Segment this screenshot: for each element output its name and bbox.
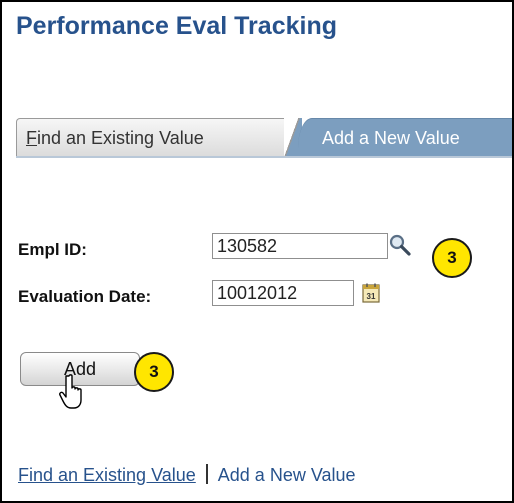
tab-find-existing-value[interactable]: Find an Existing Value [16, 118, 288, 156]
tab-underline [16, 156, 512, 158]
empl-id-label: Empl ID: [18, 240, 87, 259]
footer-add-new-value: Add a New Value [217, 465, 356, 485]
page-title: Performance Eval Tracking [16, 12, 337, 40]
hand-cursor-icon [59, 374, 82, 409]
tab-find-label: ind an Existing Value [37, 128, 204, 148]
evaluation-date-label: Evaluation Date: [18, 287, 152, 306]
svg-text:31: 31 [367, 292, 376, 301]
footer-find-existing-link[interactable]: Find an Existing Value [18, 465, 196, 485]
evaluation-date-input[interactable] [212, 280, 354, 306]
empl-id-input[interactable] [212, 233, 388, 259]
lookup-magnifier-icon[interactable] [388, 233, 412, 257]
tab-bar: Find an Existing Value Add a New Value [16, 118, 512, 158]
footer-divider [205, 464, 208, 484]
page-frame: Performance Eval Tracking Find an Existi… [0, 0, 514, 503]
tab-access-key: F [26, 128, 37, 148]
step-callout-badge: 3 [432, 238, 472, 278]
footer-nav: Find an Existing Value Add a New Value [18, 464, 356, 486]
calendar-icon[interactable]: 31 [362, 283, 380, 303]
tab-add-new-value[interactable]: Add a New Value [298, 118, 512, 156]
step-callout-badge: 3 [134, 352, 174, 392]
